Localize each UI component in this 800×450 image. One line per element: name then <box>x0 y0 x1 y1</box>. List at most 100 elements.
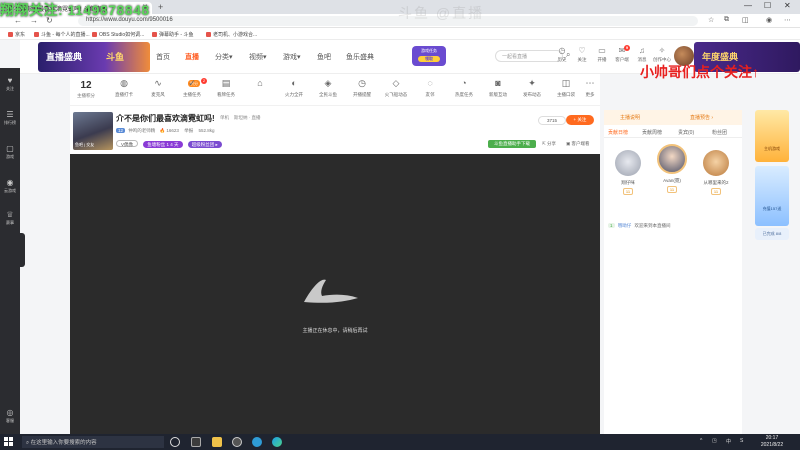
nav-festival[interactable]: 鱼乐盛典 <box>346 52 374 62</box>
tag-fish-pond[interactable]: 鱼塘粉丝 1 4 天 <box>143 141 183 148</box>
site-logo[interactable]: 直播盛典 斗鱼 <box>38 42 150 72</box>
share-button[interactable]: ⇱ 分享 <box>542 141 556 147</box>
follow-button[interactable]: + 关注 <box>566 115 594 125</box>
header-follow[interactable]: ♡ 关注 <box>572 46 592 63</box>
anchor-notice-tab[interactable]: 主播说明 <box>620 114 640 121</box>
extensions-icon[interactable]: ◫ <box>742 16 749 24</box>
top-fan[interactable]: 从哪里来的2 11 <box>696 150 736 195</box>
file-explorer-icon[interactable] <box>212 437 222 447</box>
nav-fishbar[interactable]: 鱼吧 <box>317 52 331 62</box>
header-messages[interactable]: ♫ 消息 <box>632 46 652 63</box>
sidebar-item-ranking[interactable]: ☰ 排行榜 <box>0 110 20 126</box>
tab-weekly-rank[interactable]: 贡献周榜 <box>642 129 662 136</box>
func-item[interactable]: ◇ 火飞船动态 <box>380 78 412 98</box>
header-creator[interactable]: ✧ 创作中心 <box>652 46 672 63</box>
func-item[interactable]: ◈ 全民斗鱼 <box>312 78 344 98</box>
func-item[interactable]: ◙ 新版互动 <box>482 78 514 98</box>
func-item[interactable]: ◍ 直播打卡 <box>108 78 140 98</box>
tag-super-fans[interactable]: 超级粉丝团 ▸ <box>187 141 222 148</box>
promo-pill[interactable]: 游戏任务 领取 <box>412 46 446 66</box>
app-icon[interactable] <box>252 437 262 447</box>
func-item[interactable]: ⌂ <box>244 78 276 92</box>
pay-icon: ◫ <box>561 78 571 88</box>
header-golive[interactable]: ▭ 开播 <box>592 46 612 63</box>
sidebar-collapse-handle[interactable] <box>20 233 25 267</box>
input-language[interactable]: 中 <box>726 438 731 445</box>
ime-icon[interactable]: S <box>740 438 743 444</box>
nav-game[interactable]: 游戏▾ <box>283 52 301 62</box>
tag-vtuber[interactable]: V偶像 <box>116 140 139 147</box>
bookmark-item[interactable]: 老司机、小游戏合... <box>206 31 257 38</box>
app-taskview-icon[interactable] <box>191 437 201 447</box>
func-item[interactable]: ✓ 主播任务 <box>176 78 208 98</box>
profile-icon[interactable]: ◉ <box>766 16 772 24</box>
minimize-icon[interactable]: — <box>744 1 752 10</box>
video-player[interactable]: 主播正在休息中，请稍后再试 <box>70 154 600 434</box>
top-fan[interactable]: 翔仔咪 11 <box>608 150 648 195</box>
sidebar-item-label: 排行榜 <box>4 120 16 125</box>
tab-daily-rank[interactable]: 贡献日榜 <box>608 129 628 136</box>
func-item[interactable]: ◐ 火力全开 <box>278 78 310 98</box>
task-view-icon[interactable] <box>170 437 180 447</box>
left-sidebar: ♥ 关注 ☰ 排行榜 ▢ 游戏 ◉ 云游戏 ♕ 赛事 ◎ 客服 <box>0 68 20 434</box>
func-item[interactable]: ✦ 发布动态 <box>516 78 548 98</box>
sidebar-item-game[interactable]: ▢ 游戏 <box>0 144 20 160</box>
sidebar-item-follow[interactable]: ♥ 关注 <box>0 76 20 92</box>
list-icon: ☰ <box>6 110 14 119</box>
collections-icon[interactable]: ⧉ <box>724 16 729 24</box>
bookmark-item[interactable]: 弹幕助手 - 斗鱼 <box>152 31 193 38</box>
schedule-tab[interactable]: 直播预告 › <box>690 114 713 121</box>
tray-chevron-icon[interactable]: ^ <box>700 438 702 444</box>
func-item[interactable]: ▤ 看牌任务 <box>210 78 242 98</box>
header-client[interactable]: ✉ 客户端 9 <box>612 45 632 63</box>
nav-category[interactable]: 分类▾ <box>215 52 233 62</box>
func-item[interactable]: ◫ 主播口袋 <box>550 78 582 98</box>
chat-user[interactable]: 哦呦仔 <box>618 223 632 228</box>
speed-icon: ◔ <box>461 78 467 88</box>
sidebar-item-service[interactable]: ◎ 客服 <box>0 408 20 424</box>
room-category[interactable]: 单机 <box>220 115 229 121</box>
room-category-sub[interactable]: 斯坦纳 · 直播 <box>234 115 261 121</box>
bookmark-item[interactable]: 斗鱼 - 每个人的直播... <box>34 31 90 38</box>
bookmark-item[interactable]: 京东 <box>8 31 25 38</box>
obs-icon[interactable] <box>232 437 242 447</box>
anchor-score[interactable]: 12 主播积分 <box>70 80 102 99</box>
top-fan[interactable]: Avan(霓) 11 <box>652 144 692 193</box>
func-item-more[interactable]: ⋯ 更多 <box>580 78 600 98</box>
favorites-icon[interactable]: ☆ <box>708 16 714 24</box>
sidebar-item-events[interactable]: ♕ 赛事 <box>0 210 20 226</box>
nav-video[interactable]: 视频▾ <box>249 52 267 62</box>
bookmark-item[interactable]: OBS Studio如何调... <box>92 31 144 38</box>
func-item[interactable]: ◔ 热度任务 <box>448 78 480 98</box>
tab-vip[interactable]: 贵宾(0) <box>678 129 694 136</box>
maximize-icon[interactable]: ☐ <box>764 1 771 10</box>
anchor-name[interactable]: 仲鸣的老师精 <box>128 128 155 133</box>
assistant-download-button[interactable]: 斗鱼直播助手下载 <box>488 140 536 148</box>
url-field[interactable]: https://www.douyu.com/9500016 <box>78 16 698 26</box>
edge-icon[interactable] <box>272 437 282 447</box>
header-history[interactable]: ◷ 历史 <box>552 46 572 63</box>
fan-name: 从哪里来的2 <box>703 180 729 185</box>
tab-fan-club[interactable]: 粉丝团 <box>712 129 727 136</box>
func-item[interactable]: ◷ 开播提醒 <box>346 78 378 98</box>
window-close-icon[interactable]: ✕ <box>784 1 791 10</box>
network-icon[interactable]: ◳ <box>712 438 717 444</box>
sidebar-item-cloudgame[interactable]: ◉ 云游戏 <box>0 178 20 194</box>
nav-home[interactable]: 首页 <box>156 52 170 62</box>
promo-card-game[interactable]: 主机游戏 <box>755 110 789 162</box>
new-tab-icon[interactable]: + <box>158 2 163 12</box>
nav-live[interactable]: 直播 <box>185 52 199 62</box>
fan-level: 11 <box>710 188 722 195</box>
browser-menu-icon[interactable]: ⋯ <box>784 16 791 24</box>
windows-start-icon[interactable] <box>4 437 14 447</box>
anchor-thumbnail[interactable]: 鱼吧 | 交友 <box>73 112 113 150</box>
taskbar-search-input[interactable]: ⌕ 在这里输入你要搜索的内容 <box>22 436 164 448</box>
func-item[interactable]: ◌ 友邻 <box>414 78 446 98</box>
func-item-label: 火飞船动态 <box>384 92 408 97</box>
func-item[interactable]: ∿ 麦克风 <box>142 78 174 98</box>
taskbar-clock[interactable]: 20:17 2021/8/22 <box>752 435 792 449</box>
promo-card-recharge[interactable]: 充值157送 <box>755 166 789 226</box>
client-watch-button[interactable]: ▣ 客户端看 <box>566 141 590 147</box>
report-link[interactable]: 举报 <box>184 128 193 133</box>
hot-count: 16623 <box>166 128 179 133</box>
